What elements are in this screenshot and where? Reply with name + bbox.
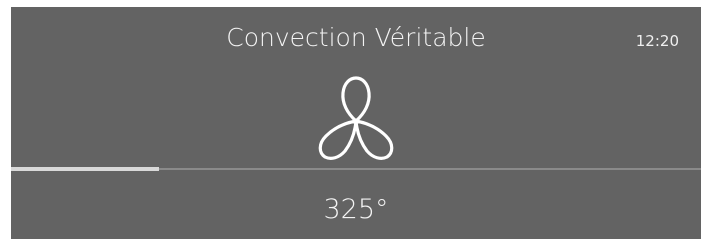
clock-time: 12:20 (635, 32, 679, 50)
cook-progress-fill (11, 167, 160, 171)
mode-title[interactable]: Convection Véritable (11, 23, 701, 52)
oven-display: Convection Véritable 12:20 325° (11, 7, 701, 239)
fan-icon-graphic (318, 76, 394, 160)
cook-progress-bar (11, 167, 701, 171)
temperature-value[interactable]: 325° (11, 194, 701, 225)
fan-icon[interactable] (306, 73, 406, 161)
